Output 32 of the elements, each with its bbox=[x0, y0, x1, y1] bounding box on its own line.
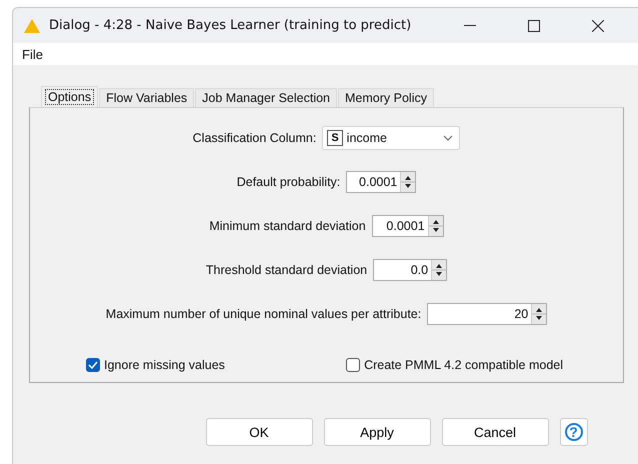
chevron-down-icon bbox=[443, 135, 454, 141]
tab[interactable]: Options bbox=[41, 86, 98, 107]
menu-item[interactable]: File bbox=[22, 46, 43, 62]
field-label: Threshold standard deviation bbox=[206, 263, 368, 277]
window-title: Dialog - 4:28 - Naive Bayes Learner (training to predict) bbox=[49, 18, 412, 33]
checkbox[interactable] bbox=[346, 358, 360, 372]
dialog-button[interactable]: Apply bbox=[324, 418, 430, 446]
checkbox[interactable] bbox=[86, 358, 100, 372]
checkbox-label[interactable]: Create PMML 4.2 compatible model bbox=[364, 358, 563, 372]
field-label: Default probability: bbox=[236, 175, 340, 189]
spinner-arrows-icon[interactable] bbox=[428, 216, 443, 236]
spinner-arrows-icon[interactable] bbox=[531, 304, 546, 324]
tab[interactable]: Flow Variables bbox=[99, 88, 194, 107]
number-spinner[interactable]: 20 bbox=[427, 303, 548, 325]
number-spinner[interactable]: 0.0 bbox=[373, 259, 448, 281]
tab[interactable]: Memory Policy bbox=[338, 88, 434, 107]
string-type-icon: S bbox=[327, 130, 343, 146]
number-spinner[interactable]: 0.0001 bbox=[346, 171, 416, 193]
field-label: Classification Column: bbox=[192, 131, 316, 145]
help-button[interactable]: ? bbox=[560, 418, 588, 446]
tab[interactable]: Job Manager Selection bbox=[195, 88, 338, 107]
field-label: Minimum standard deviation bbox=[209, 219, 366, 233]
checkbox-label[interactable]: Ignore missing values bbox=[104, 358, 225, 372]
checkmark-icon bbox=[88, 361, 98, 369]
dialog-button[interactable]: OK bbox=[206, 418, 312, 446]
field-label: Maximum number of unique nominal values per attribute: bbox=[106, 307, 422, 321]
number-spinner[interactable]: 0.0001 bbox=[372, 215, 444, 237]
spinner-arrows-icon[interactable] bbox=[400, 172, 416, 192]
column-dropdown[interactable]: S income bbox=[322, 126, 460, 150]
warning-triangle-icon bbox=[23, 18, 41, 34]
spinner-arrows-icon[interactable] bbox=[431, 260, 446, 280]
dialog-button[interactable]: Cancel bbox=[442, 418, 548, 446]
